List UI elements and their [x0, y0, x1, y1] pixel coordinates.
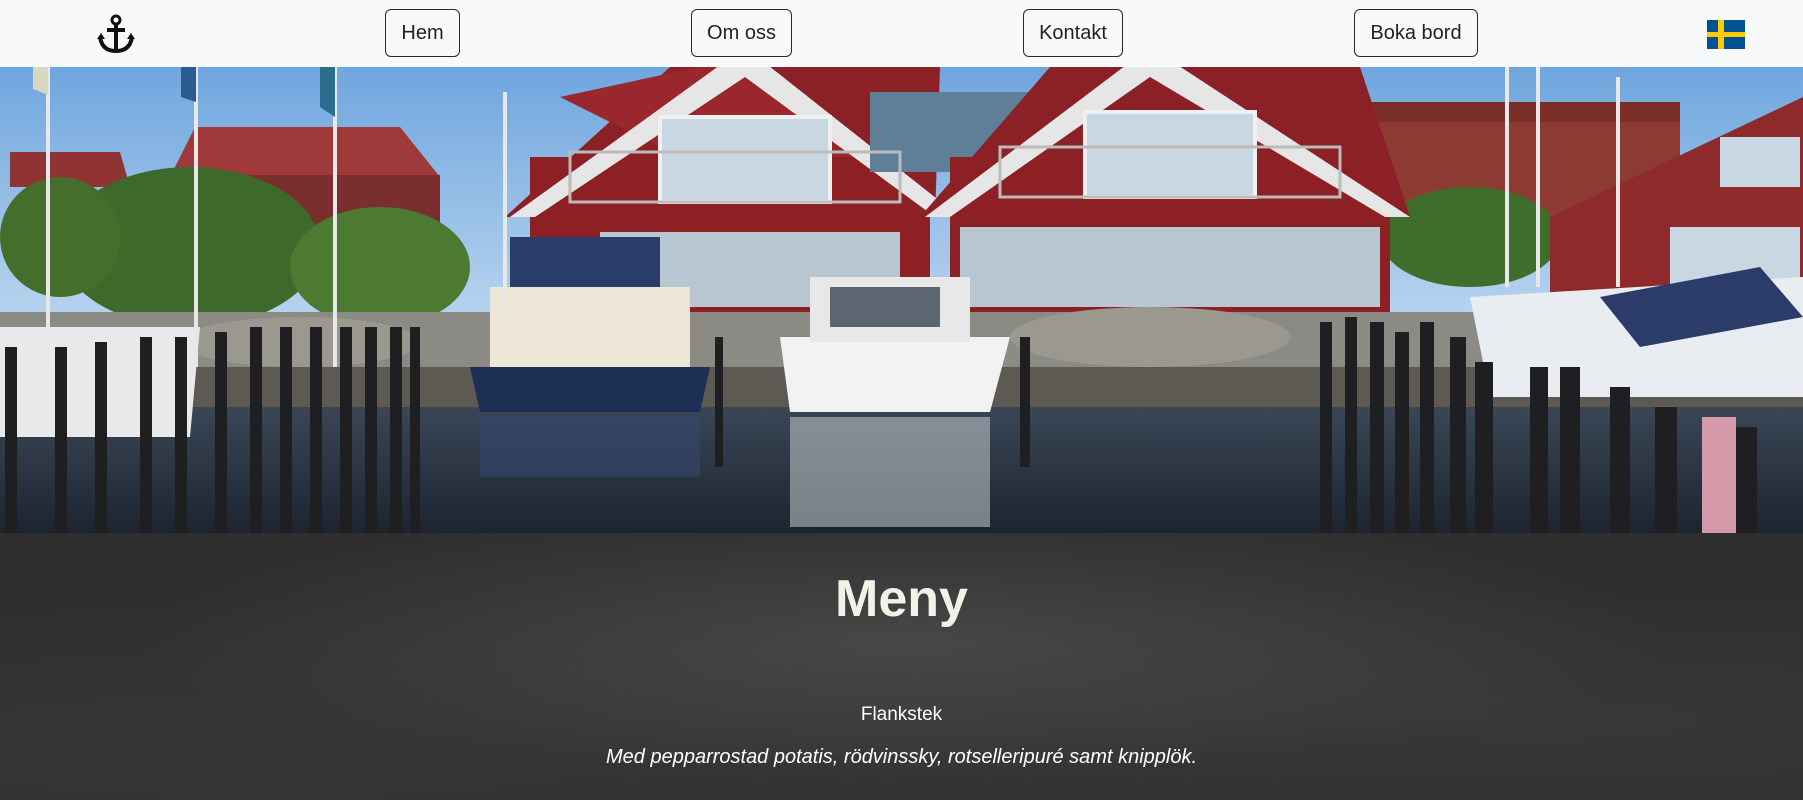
anchor-icon[interactable]: [95, 13, 137, 55]
hero-image: [0, 67, 1803, 533]
menu-section: Meny Flankstek Med pepparrostad potatis,…: [0, 533, 1803, 800]
swedish-flag-icon[interactable]: [1707, 20, 1745, 49]
navbar: Hem Om oss Kontakt Boka bord: [0, 0, 1803, 67]
harbor-photo: [0, 67, 1803, 533]
menu-title: Meny: [835, 570, 968, 628]
nav-home-button[interactable]: Hem: [385, 9, 460, 57]
dish-description: Med pepparrostad potatis, rödvinssky, ro…: [605, 746, 1197, 768]
nav-about-button[interactable]: Om oss: [691, 9, 792, 57]
dish-name: Flankstek: [860, 704, 943, 725]
nav-book-table-button[interactable]: Boka bord: [1354, 9, 1478, 57]
nav-contact-button[interactable]: Kontakt: [1023, 9, 1123, 57]
